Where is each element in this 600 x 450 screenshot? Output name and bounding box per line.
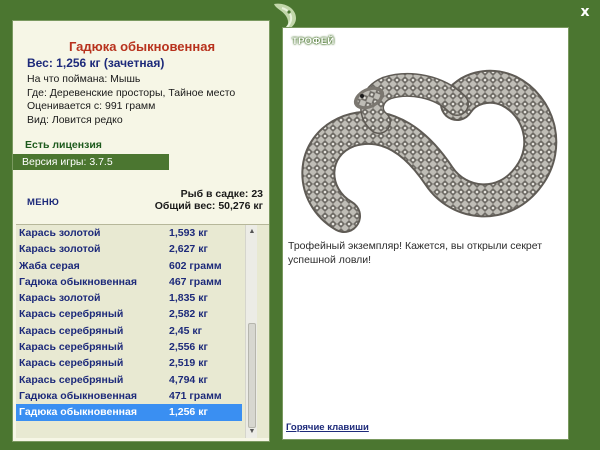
catch-list-scrollbar[interactable]: ▲ ▼ xyxy=(245,225,257,438)
catch-fish-weight: 602 грамм xyxy=(169,259,222,272)
scroll-thumb[interactable] xyxy=(248,323,256,428)
catch-fish-weight: 4,794 кг xyxy=(169,373,208,386)
catch-fish-weight: 471 грамм xyxy=(169,389,222,402)
catch-list-box: Карась золотой 1,593 кг Карась золотой 2,62… xyxy=(16,224,269,438)
catch-fish-weight: 467 грамм xyxy=(169,275,222,288)
catch-list-row[interactable]: Карась серебряный 2,45 кг xyxy=(16,323,242,339)
fish-weight-title: Вес: 1,256 кг (зачетная) xyxy=(27,56,165,70)
catch-fish-weight: 2,556 кг xyxy=(169,341,208,354)
catch-fish-name: Жаба серая xyxy=(19,259,80,272)
catch-fish-weight: 2,627 кг xyxy=(169,243,208,256)
fish-details: На что поймана: Мышь Где: Деревенские пр… xyxy=(27,73,235,127)
fish-count: Рыб в садке: 23 xyxy=(180,188,263,200)
catch-fish-weight: 1,256 кг xyxy=(169,406,208,419)
catch-fish-name: Карась золотой xyxy=(19,292,101,305)
catch-fish-name: Карась золотой xyxy=(19,227,101,239)
catch-list-row[interactable]: Карась золотой 2,627 кг xyxy=(16,241,242,257)
catch-list: Карась золотой 1,593 кг Карась золотой 2,62… xyxy=(16,225,242,438)
catch-list-row[interactable]: Карась золотой 1,593 кг xyxy=(16,225,242,241)
catch-list-row[interactable]: Карась серебряный 4,794 кг xyxy=(16,372,242,388)
catch-list-row[interactable]: Карась серебряный 2,556 кг xyxy=(16,339,242,355)
fish-name-title: Гадюка обыкновенная xyxy=(68,39,216,54)
catch-fish-weight: 2,582 кг xyxy=(169,308,208,321)
catch-list-row[interactable]: Жаба серая 602 грамм xyxy=(16,258,242,274)
catch-fish-name: Гадюка обыкновенная xyxy=(19,275,137,288)
total-weight: Общий вес: 50,276 кг xyxy=(154,200,263,212)
catch-list-row[interactable]: Карась серебряный 2,582 кг xyxy=(16,306,242,322)
scroll-up-icon[interactable]: ▲ xyxy=(247,227,257,237)
viper-trophy-image xyxy=(301,69,558,233)
catch-fish-weight: 1,593 кг xyxy=(169,227,208,239)
license-status: Есть лицензия xyxy=(25,139,102,151)
menu-button[interactable]: МЕНЮ xyxy=(27,197,59,208)
trophy-message: Трофейный экземпляр! Кажется, вы открыли… xyxy=(288,240,543,266)
scroll-down-icon[interactable]: ▼ xyxy=(247,427,257,437)
catch-fish-weight: 2,519 кг xyxy=(169,357,208,370)
catch-fish-weight: 1,835 кг xyxy=(169,292,208,305)
cage-stats: Рыб в садке: 23 Общий вес: 50,276 кг xyxy=(155,188,263,212)
catch-fish-name: Карась серебряный xyxy=(19,324,124,337)
catch-fish-name: Гадюка обыкновенная xyxy=(19,389,137,402)
catch-fish-name: Гадюка обыкновенная xyxy=(19,406,137,419)
catch-fish-name: Карась серебряный xyxy=(19,341,124,354)
catch-fish-name: Карась золотой xyxy=(19,243,101,256)
kind-line: Вид: Ловится редко xyxy=(27,113,123,126)
catch-list-row[interactable]: Гадюка обыкновенная 1,256 кг xyxy=(16,404,242,421)
catch-list-row[interactable]: Карась серебряный 2,519 кг xyxy=(16,355,242,371)
bait-line: На что поймана: Мышь xyxy=(27,73,141,85)
value-line: Оценивается с: 991 грамм xyxy=(27,100,156,112)
close-button[interactable]: x xyxy=(576,4,594,20)
fish-info-panel: Гадюка обыкновенная Вес: 1,256 кг (зачет… xyxy=(12,20,270,442)
catch-fish-name: Карась серебряный xyxy=(19,357,124,370)
catch-fish-name: Карась серебряный xyxy=(19,373,124,386)
catch-fish-name: Карась серебряный xyxy=(19,308,124,321)
hotkeys-link[interactable]: Горячие клавиши xyxy=(286,422,369,433)
version-bar: Версия игры: 3.7.5 xyxy=(13,154,169,170)
trophy-panel: ТРОФЕЙ Трофейный экземпляр! Кажется, вы … xyxy=(282,27,569,440)
catch-list-row[interactable]: Гадюка обыкновенная 467 грамм xyxy=(16,274,242,290)
place-line: Где: Деревенские просторы, Тайное место xyxy=(27,86,236,99)
catch-list-row[interactable]: Гадюка обыкновенная 471 грамм xyxy=(16,388,242,404)
catch-list-row[interactable]: Карась золотой 1,835 кг xyxy=(16,290,242,306)
catch-fish-weight: 2,45 кг xyxy=(169,324,202,337)
trophy-label: ТРОФЕЙ xyxy=(292,36,335,47)
